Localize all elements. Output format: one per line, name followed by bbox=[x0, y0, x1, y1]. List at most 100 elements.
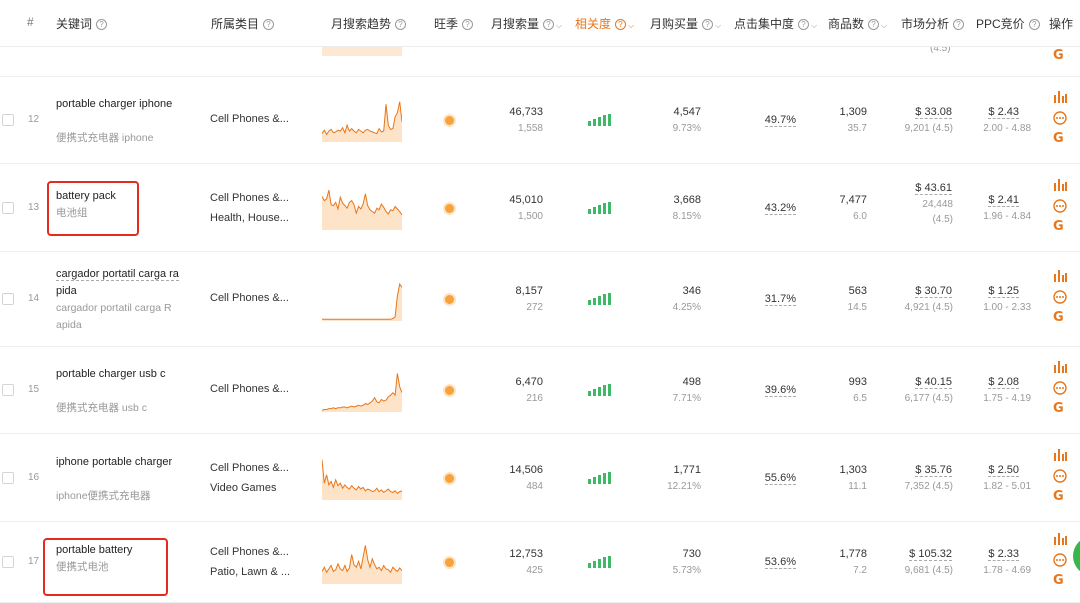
trend-sparkline[interactable] bbox=[322, 540, 402, 584]
header-keyword[interactable]: 关键词? bbox=[56, 15, 108, 32]
keyword-text[interactable]: portable charger usb c bbox=[56, 366, 165, 383]
more-options-icon[interactable] bbox=[1053, 111, 1067, 125]
help-icon[interactable]: ? bbox=[1028, 19, 1040, 30]
bar-chart-icon[interactable] bbox=[1053, 361, 1067, 373]
help-icon[interactable]: ? bbox=[615, 19, 627, 30]
ppc-bid[interactable]: $ 2.33 bbox=[988, 548, 1019, 561]
header-season[interactable]: 旺季? bbox=[434, 15, 474, 32]
keyword-text[interactable]: portable charger iphone bbox=[56, 96, 172, 113]
market-price[interactable]: $ 43.61 bbox=[915, 181, 952, 195]
ppc-bid[interactable]: $ 1.25 bbox=[988, 285, 1019, 298]
trend-sparkline[interactable] bbox=[322, 456, 402, 500]
relevance-bar bbox=[598, 117, 601, 126]
trend-sparkline[interactable] bbox=[322, 277, 402, 321]
help-icon[interactable]: ? bbox=[953, 19, 965, 30]
click-concentration[interactable]: 55.6% bbox=[764, 471, 796, 485]
market-price[interactable]: $ 35.76 bbox=[915, 463, 952, 477]
header-category[interactable]: 所属类目? bbox=[211, 15, 275, 32]
sort-chevron-icon[interactable]: ⌵ bbox=[811, 21, 817, 30]
header-market-label: 市场分析 bbox=[901, 17, 950, 31]
more-options-icon[interactable] bbox=[1053, 290, 1067, 304]
sort-chevron-icon[interactable]: ⌵ bbox=[881, 21, 887, 30]
table-row[interactable]: 15 portable charger usb c 便携式充电器 usb c C… bbox=[0, 347, 1080, 434]
bar-chart-icon[interactable] bbox=[1053, 533, 1067, 545]
google-icon[interactable]: G bbox=[1053, 573, 1069, 588]
header-relevance[interactable]: 相关度? ⌵ bbox=[575, 15, 634, 32]
google-icon[interactable]: G bbox=[1053, 48, 1069, 63]
ppc-bid[interactable]: $ 2.08 bbox=[988, 376, 1019, 389]
trend-sparkline[interactable] bbox=[322, 98, 402, 142]
trend-sparkline[interactable] bbox=[322, 186, 402, 230]
header-purchase[interactable]: 月购买量? ⌵ bbox=[650, 15, 721, 32]
table-row[interactable]: 12 portable charger iphone 便携式充电器 iphone… bbox=[0, 77, 1080, 164]
ppc-bid[interactable]: $ 2.43 bbox=[988, 106, 1019, 119]
season-indicator-dot bbox=[445, 558, 454, 567]
header-market[interactable]: 市场分析? bbox=[901, 15, 965, 32]
click-concentration[interactable]: 53.6% bbox=[764, 556, 796, 569]
header-click-conc[interactable]: 点击集中度? ⌵ bbox=[734, 15, 817, 32]
row-checkbox[interactable] bbox=[2, 556, 14, 568]
header-ppc[interactable]: PPC竞价? bbox=[976, 15, 1040, 32]
row-checkbox[interactable] bbox=[2, 471, 14, 484]
more-options-icon[interactable] bbox=[1053, 553, 1067, 567]
row-checkbox[interactable] bbox=[2, 114, 14, 126]
help-icon[interactable]: ? bbox=[868, 19, 880, 30]
market-price[interactable]: $ 33.08 bbox=[915, 106, 952, 119]
google-icon[interactable]: G bbox=[1053, 310, 1069, 325]
google-icon[interactable]: G bbox=[1053, 219, 1069, 234]
category-text[interactable]: Cell Phones &... bbox=[210, 292, 289, 304]
category-text[interactable]: Cell Phones &... bbox=[210, 192, 289, 204]
trend-sparkline[interactable] bbox=[322, 368, 402, 412]
category-text[interactable]: Cell Phones &... bbox=[210, 462, 289, 474]
product-ratio: 11.1 bbox=[848, 480, 867, 492]
category-text[interactable]: Cell Phones &... bbox=[210, 113, 289, 125]
table-row[interactable]: 14 cargador portatil carga ra pida carga… bbox=[0, 252, 1080, 347]
ppc-bid[interactable]: $ 2.41 bbox=[988, 193, 1019, 207]
row-checkbox[interactable] bbox=[2, 384, 14, 396]
help-icon[interactable]: ? bbox=[395, 19, 407, 30]
more-options-icon[interactable] bbox=[1053, 468, 1067, 483]
google-icon[interactable]: G bbox=[1053, 401, 1069, 416]
category-text[interactable]: Video Games bbox=[210, 482, 276, 494]
bar-chart-icon[interactable] bbox=[1053, 178, 1067, 191]
market-reviews: 9,201 (4.5) bbox=[904, 123, 953, 134]
row-checkbox[interactable] bbox=[2, 201, 14, 214]
header-products[interactable]: 商品数? ⌵ bbox=[828, 15, 887, 32]
keyword-text[interactable]: iphone portable charger bbox=[56, 454, 172, 471]
market-price[interactable]: $ 40.15 bbox=[915, 376, 952, 389]
table-row[interactable]: 13 battery pack 电池组 Cell Phones &... Hea… bbox=[0, 164, 1080, 252]
help-icon[interactable]: ? bbox=[462, 19, 474, 30]
click-concentration[interactable]: 49.7% bbox=[764, 114, 796, 127]
more-options-icon[interactable] bbox=[1053, 381, 1067, 395]
click-concentration[interactable]: 31.7% bbox=[764, 293, 796, 306]
help-icon[interactable]: ? bbox=[96, 19, 108, 30]
market-price[interactable]: $ 105.32 bbox=[909, 548, 952, 561]
help-icon[interactable]: ? bbox=[702, 19, 714, 30]
header-trend[interactable]: 月搜索趋势? bbox=[331, 15, 407, 32]
google-icon[interactable]: G bbox=[1053, 131, 1069, 146]
header-search-volume[interactable]: 月搜索量? ⌵ bbox=[491, 15, 562, 32]
bar-chart-icon[interactable] bbox=[1053, 448, 1067, 461]
table-row[interactable]: 16 iphone portable charger iphone便携式充电器 … bbox=[0, 434, 1080, 522]
help-icon[interactable]: ? bbox=[263, 19, 275, 30]
category-text[interactable]: Cell Phones &... bbox=[210, 546, 289, 558]
help-icon[interactable]: ? bbox=[543, 19, 555, 30]
google-icon[interactable]: G bbox=[1053, 489, 1069, 504]
help-icon[interactable]: ? bbox=[798, 19, 810, 30]
bar-chart-icon[interactable] bbox=[1053, 91, 1067, 103]
market-price[interactable]: $ 30.70 bbox=[915, 285, 952, 298]
category-text[interactable]: Cell Phones &... bbox=[210, 383, 289, 395]
sort-chevron-icon[interactable]: ⌵ bbox=[556, 21, 562, 30]
more-options-icon[interactable] bbox=[1053, 198, 1067, 213]
category-text[interactable]: Patio, Lawn & ... bbox=[210, 566, 290, 578]
category-text[interactable]: Health, House... bbox=[210, 212, 289, 224]
row-checkbox[interactable] bbox=[2, 293, 14, 305]
click-concentration[interactable]: 39.6% bbox=[764, 384, 796, 397]
click-concentration[interactable]: 43.2% bbox=[764, 201, 796, 215]
bar-chart-icon[interactable] bbox=[1053, 270, 1067, 282]
relevance-bar bbox=[593, 206, 596, 214]
keyword-text[interactable]: cargador portatil carga ra pida bbox=[56, 266, 179, 300]
sort-chevron-icon[interactable]: ⌵ bbox=[628, 21, 634, 30]
ppc-bid[interactable]: $ 2.50 bbox=[988, 463, 1019, 477]
sort-chevron-icon[interactable]: ⌵ bbox=[715, 21, 721, 30]
